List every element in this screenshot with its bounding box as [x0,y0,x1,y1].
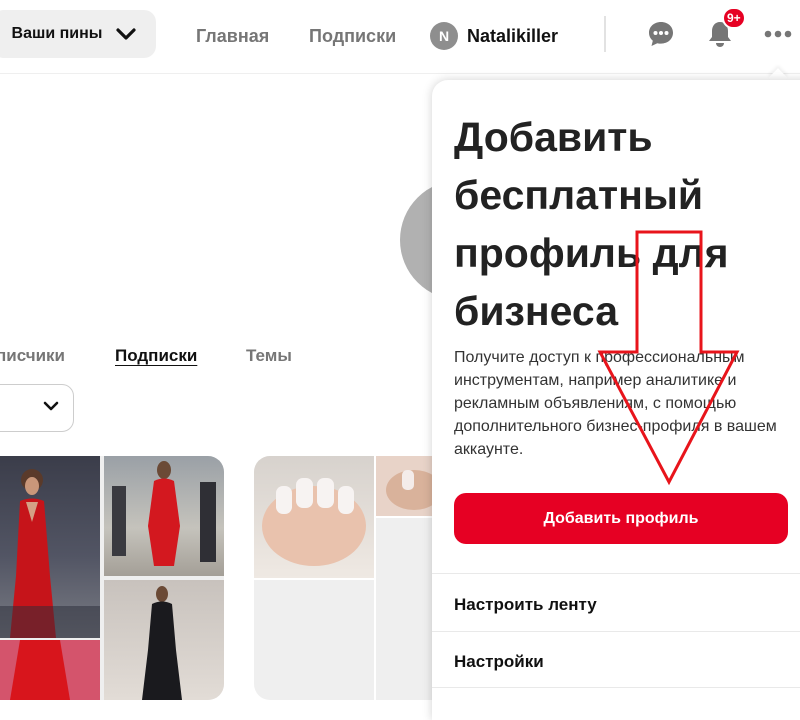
username: Natalikiller [467,25,559,46]
speech-bubble-icon[interactable] [645,18,677,50]
more-options-dropdown: Добавить бесплатный профиль для бизнеса … [432,80,800,720]
menu-divider [432,573,800,574]
nav-following-link[interactable]: Подписки [309,26,396,47]
pin-image [0,456,100,638]
business-profile-promo-description: Получите доступ к профессиональным инстр… [454,349,777,458]
tab-followers[interactable]: писчики [0,346,65,366]
top-navigation-bar: Ваши пины Главная Подписки N Natalikille… [0,0,800,74]
board-card[interactable] [0,456,224,700]
your-pins-dropdown[interactable]: Ваши пины [0,10,156,58]
tab-following[interactable]: Подписки [115,346,197,366]
tab-topics[interactable]: Темы [246,346,292,366]
menu-item-customize-feed[interactable]: Настроить ленту [454,595,597,615]
business-profile-promo-title: Добавить бесплатный профиль для бизнеса [454,114,729,334]
your-pins-label: Ваши пины [11,25,103,42]
pin-image [104,456,224,576]
user-profile-link[interactable]: N Natalikiller [430,20,558,52]
sort-dropdown[interactable] [0,384,74,432]
board-card[interactable] [254,456,454,700]
ellipsis-icon[interactable] [762,18,794,50]
header-divider [604,16,606,52]
pin-image [254,456,374,578]
chevron-down-icon [43,399,59,417]
pin-image [0,640,100,700]
menu-divider [432,687,800,688]
notifications-badge: 9+ [722,7,746,29]
chevron-down-icon [116,27,137,41]
pin-image [104,580,224,700]
menu-divider [432,631,800,632]
menu-item-settings[interactable]: Настройки [454,652,544,672]
nav-home-link[interactable]: Главная [196,26,269,47]
avatar: N [430,22,458,50]
add-profile-button[interactable]: Добавить профиль [454,493,788,544]
